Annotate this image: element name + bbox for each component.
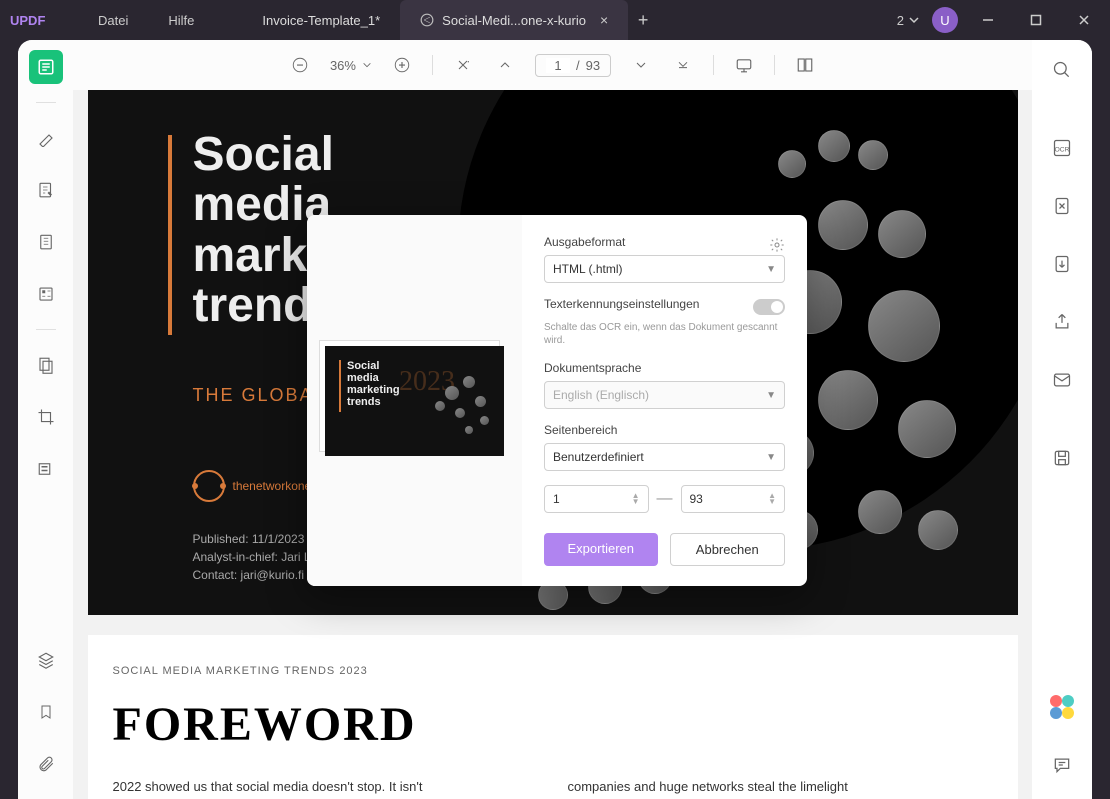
doc-subtitle: THE GLOBAL (193, 385, 326, 406)
page-current-input[interactable] (546, 58, 570, 73)
layers-icon[interactable] (29, 643, 63, 677)
chevron-down-icon: ▼ (766, 452, 776, 463)
p2-heading: FOREWORD (113, 697, 993, 752)
ocr-label: Texterkennungseinstellungen (544, 297, 699, 311)
mail-icon[interactable] (1046, 364, 1078, 396)
right-sidebar: OCR (1032, 40, 1092, 799)
lang-value: English (Englisch) (553, 388, 649, 402)
page-separator: / (576, 58, 580, 73)
doc-icon (420, 13, 434, 27)
format-value: HTML (.html) (553, 262, 623, 276)
add-tab-button[interactable]: + (628, 10, 658, 31)
redact-tool[interactable] (29, 452, 63, 486)
attachment-icon[interactable] (29, 747, 63, 781)
gear-icon[interactable] (769, 237, 785, 253)
p2-col1: 2022 showed us that social media doesn't… (113, 777, 538, 797)
page-2: SOCIAL MEDIA MARKETING TRENDS 2023 FOREW… (88, 635, 1018, 799)
cancel-button[interactable]: Abbrechen (670, 533, 786, 566)
network-icon (193, 470, 225, 502)
prev-page-button[interactable] (493, 53, 517, 77)
avatar[interactable]: U (932, 7, 958, 33)
ocr-hint: Schalte das OCR ein, wenn das Dokument g… (544, 321, 785, 347)
lang-select: English (Englisch) ▼ (544, 381, 785, 409)
app-logo: UPDF (0, 13, 60, 28)
meta-analyst: Analyst-in-chief: Jari Lä (193, 548, 318, 566)
comment-icon[interactable] (1046, 749, 1078, 781)
ocr-icon[interactable]: OCR (1046, 132, 1078, 164)
chevron-down-icon: ▼ (766, 390, 776, 401)
minimize-button[interactable] (970, 2, 1006, 38)
p2-col2: companies and huge networks steal the li… (568, 777, 993, 797)
document-toolbar: 36% / 93 (73, 40, 1032, 90)
export-button[interactable]: Exportieren (544, 533, 658, 566)
chevron-down-icon[interactable] (908, 14, 920, 26)
lang-label: Dokumentsprache (544, 361, 785, 375)
tab-socialmedia[interactable]: Social-Medi...one-x-kurio × (400, 0, 628, 40)
stepper-buttons[interactable]: ▲▼ (768, 493, 776, 505)
tab-label: Social-Medi...one-x-kurio (442, 13, 586, 28)
stepper-buttons[interactable]: ▲▼ (632, 493, 640, 505)
meta-contact: Contact: jari@kurio.fi (193, 566, 318, 584)
left-sidebar (18, 40, 73, 799)
ai-icon[interactable] (1046, 691, 1078, 723)
doc-h1-l1: Social (193, 130, 422, 180)
menu-help[interactable]: Hilfe (150, 13, 212, 28)
bookmark-icon[interactable] (29, 695, 63, 729)
last-page-button[interactable] (671, 53, 695, 77)
pages-tool[interactable] (29, 225, 63, 259)
highlighter-tool[interactable] (29, 121, 63, 155)
range-label: Seitenbereich (544, 423, 785, 437)
zoom-select[interactable]: 36% (330, 58, 372, 73)
range-select[interactable]: Benutzerdefiniert ▼ (544, 443, 785, 471)
zoom-value: 36% (330, 58, 356, 73)
format-select[interactable]: HTML (.html) ▼ (544, 255, 785, 283)
range-to-input[interactable]: 93 ▲▼ (681, 485, 786, 513)
meta-published: Published: 11/1/2023 (193, 530, 318, 548)
network-label: thenetworkone (233, 479, 312, 493)
next-page-button[interactable] (629, 53, 653, 77)
compress-icon[interactable] (1046, 190, 1078, 222)
share-icon[interactable] (1046, 306, 1078, 338)
crop-tool[interactable] (29, 400, 63, 434)
range-value: Benutzerdefiniert (553, 450, 644, 464)
view-mode-button[interactable] (793, 53, 817, 77)
svg-text:OCR: OCR (1055, 146, 1070, 153)
edit-tool[interactable] (29, 173, 63, 207)
menu-file[interactable]: Datei (80, 13, 146, 28)
page-input-box: / 93 (535, 54, 611, 77)
tab-invoice[interactable]: Invoice-Template_1* (242, 0, 400, 40)
window-count: 2 (897, 13, 904, 28)
ocr-toggle[interactable] (753, 299, 785, 315)
tab-label: Invoice-Template_1* (262, 13, 380, 28)
search-icon[interactable] (1046, 54, 1078, 86)
range-dash: — (657, 490, 673, 508)
p2-tag: SOCIAL MEDIA MARKETING TRENDS 2023 (113, 665, 993, 677)
chevron-down-icon (362, 60, 372, 70)
export-icon[interactable] (1046, 248, 1078, 280)
range-from-input[interactable]: 1 ▲▼ (544, 485, 649, 513)
save-icon[interactable] (1046, 442, 1078, 474)
sign-tool[interactable] (29, 348, 63, 382)
presentation-button[interactable] (732, 53, 756, 77)
first-page-button[interactable] (451, 53, 475, 77)
close-window-button[interactable] (1066, 2, 1102, 38)
format-label: Ausgabeformat (544, 235, 625, 249)
zoom-out-button[interactable] (288, 53, 312, 77)
close-icon[interactable]: × (600, 12, 608, 28)
export-thumbnail: Socialmediamarketingtrends 2023 (325, 346, 504, 456)
page-total: 93 (586, 58, 600, 73)
zoom-in-button[interactable] (390, 53, 414, 77)
chevron-down-icon: ▼ (766, 264, 776, 275)
maximize-button[interactable] (1018, 2, 1054, 38)
export-dialog: Socialmediamarketingtrends 2023 Ausgabef… (307, 215, 807, 586)
reader-tool[interactable] (29, 50, 63, 84)
form-tool[interactable] (29, 277, 63, 311)
